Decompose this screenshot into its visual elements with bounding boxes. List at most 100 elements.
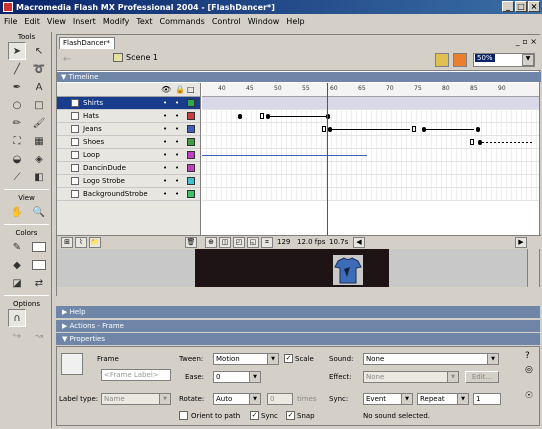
outline-color-swatch[interactable]: [187, 164, 195, 172]
stroke-color-swatch[interactable]: [32, 242, 46, 252]
shirt-graphic[interactable]: [333, 255, 363, 285]
add-guide-layer-icon[interactable]: ⌇: [75, 237, 87, 248]
rectangle-tool-icon[interactable]: □: [30, 96, 48, 114]
snap-magnet-icon[interactable]: ∩: [8, 309, 26, 327]
brush-tool-icon[interactable]: 🖌: [30, 114, 48, 132]
frame-row-backgroundstrobe[interactable]: [202, 188, 539, 201]
swap-colors-icon[interactable]: ⇄: [30, 274, 48, 292]
subselect-tool-icon[interactable]: ↖: [30, 42, 48, 60]
keyframe[interactable]: [412, 126, 416, 132]
visibility-dot[interactable]: •: [163, 110, 167, 122]
minimize-button[interactable]: _: [502, 1, 514, 12]
menu-file[interactable]: File: [4, 17, 17, 26]
frame-label-input[interactable]: <Frame Label>: [101, 369, 171, 381]
delete-layer-icon[interactable]: 🗑: [185, 237, 197, 248]
outline-icon[interactable]: □: [187, 85, 195, 94]
rotate-select[interactable]: Auto: [213, 393, 261, 405]
eye-icon[interactable]: 👁: [161, 85, 171, 94]
lock-dot[interactable]: •: [175, 175, 179, 187]
edit-scene-icon[interactable]: [435, 53, 449, 67]
repeat-count-input[interactable]: 1: [473, 393, 501, 405]
document-tab[interactable]: FlashDancer*: [59, 37, 115, 49]
keyframe[interactable]: [476, 127, 480, 132]
help-icon[interactable]: ?: [525, 351, 530, 361]
frame-grid[interactable]: 40 45 50 55 60 65 70 75 80 85 90: [202, 83, 539, 235]
stroke-color-icon[interactable]: ✎: [8, 238, 26, 256]
smooth-icon[interactable]: ↪: [8, 327, 26, 345]
menu-edit[interactable]: Edit: [24, 17, 40, 26]
sound-select[interactable]: None: [363, 353, 499, 365]
orient-to-path-checkbox[interactable]: [179, 411, 188, 420]
lock-dot[interactable]: •: [175, 162, 179, 174]
outline-color-swatch[interactable]: [187, 125, 195, 133]
modify-markers-icon[interactable]: ⌗: [261, 237, 273, 248]
eraser-tool-icon[interactable]: ◧: [30, 168, 48, 186]
playhead[interactable]: [327, 83, 328, 235]
pen-tool-icon[interactable]: ✒: [8, 78, 26, 96]
lock-dot[interactable]: •: [175, 97, 179, 109]
document-window-controls[interactable]: _ ▫ ×: [516, 37, 537, 46]
insert-folder-icon[interactable]: 📁: [89, 237, 101, 248]
menu-insert[interactable]: Insert: [73, 17, 96, 26]
frame-row-logo-strobe[interactable]: [202, 175, 539, 188]
visibility-dot[interactable]: •: [163, 136, 167, 148]
menu-modify[interactable]: Modify: [103, 17, 130, 26]
paint-bucket-tool-icon[interactable]: ◈: [30, 150, 48, 168]
zoom-tool-icon[interactable]: 🔍: [30, 203, 48, 221]
layer-row[interactable]: Shirts • •: [57, 97, 200, 110]
frame-ruler[interactable]: 40 45 50 55 60 65 70 75 80 85 90: [202, 83, 539, 97]
layer-row[interactable]: Logo Strobe • •: [57, 175, 200, 188]
layer-row[interactable]: Loop • •: [57, 149, 200, 162]
rotate-times-input[interactable]: 0: [267, 393, 293, 405]
scroll-left-icon[interactable]: ◀: [353, 237, 365, 248]
line-tool-icon[interactable]: ╱: [8, 60, 26, 78]
pencil-tool-icon[interactable]: ✏: [8, 114, 26, 132]
insert-layer-icon[interactable]: ⊞: [61, 237, 73, 248]
keyframe[interactable]: [238, 114, 242, 119]
accessibility-icon[interactable]: ☉: [525, 391, 533, 401]
sync-checkbox[interactable]: ✓: [250, 411, 259, 420]
actions-panel-header[interactable]: ▶ Actions - Frame: [56, 320, 540, 332]
layer-row[interactable]: Jeans • •: [57, 123, 200, 136]
visibility-dot[interactable]: •: [163, 162, 167, 174]
menu-view[interactable]: View: [47, 17, 66, 26]
outline-color-swatch[interactable]: [187, 112, 195, 120]
edit-properties-icon[interactable]: ◎: [525, 365, 533, 375]
menu-help[interactable]: Help: [286, 17, 304, 26]
layer-row[interactable]: Shoes • •: [57, 136, 200, 149]
arrow-tool-icon[interactable]: ➤: [8, 42, 26, 60]
ink-bottle-tool-icon[interactable]: ◒: [8, 150, 26, 168]
menu-window[interactable]: Window: [248, 17, 280, 26]
fill-color-icon[interactable]: ◆: [8, 256, 26, 274]
scale-checkbox[interactable]: ✓: [284, 354, 293, 363]
outline-color-swatch[interactable]: [187, 99, 195, 107]
layer-row[interactable]: Hats • •: [57, 110, 200, 123]
visibility-dot[interactable]: •: [163, 188, 167, 200]
layer-row[interactable]: DancinDude • •: [57, 162, 200, 175]
label-type-select[interactable]: Name: [101, 393, 171, 405]
keyframe[interactable]: [322, 126, 326, 132]
default-colors-icon[interactable]: ◪: [8, 274, 26, 292]
outline-color-swatch[interactable]: [187, 177, 195, 185]
visibility-dot[interactable]: •: [163, 149, 167, 161]
frame-row-hats[interactable]: [202, 110, 539, 123]
lock-dot[interactable]: •: [175, 188, 179, 200]
outline-color-swatch[interactable]: [187, 190, 195, 198]
help-panel-header[interactable]: ▶ Help: [56, 306, 540, 318]
layer-row[interactable]: BackgroundStrobe • •: [57, 188, 200, 201]
visibility-dot[interactable]: •: [163, 175, 167, 187]
visibility-dot[interactable]: •: [163, 123, 167, 135]
timeline-header[interactable]: ▼ Timeline: [57, 72, 541, 82]
edit-symbol-icon[interactable]: [453, 53, 467, 67]
lock-dot[interactable]: •: [175, 136, 179, 148]
scroll-right-icon[interactable]: ▶: [515, 237, 527, 248]
onion-skin-icon[interactable]: ◫: [219, 237, 231, 248]
sync-select[interactable]: Event: [363, 393, 413, 405]
straighten-icon[interactable]: ↝: [30, 327, 48, 345]
oval-tool-icon[interactable]: ○: [8, 96, 26, 114]
zoom-select[interactable]: 50% ▼: [473, 53, 535, 67]
lasso-tool-icon[interactable]: ➰: [30, 60, 48, 78]
back-arrow-icon[interactable]: ←: [63, 54, 73, 65]
lock-dot[interactable]: •: [175, 110, 179, 122]
frame-row-loop[interactable]: [202, 149, 539, 162]
